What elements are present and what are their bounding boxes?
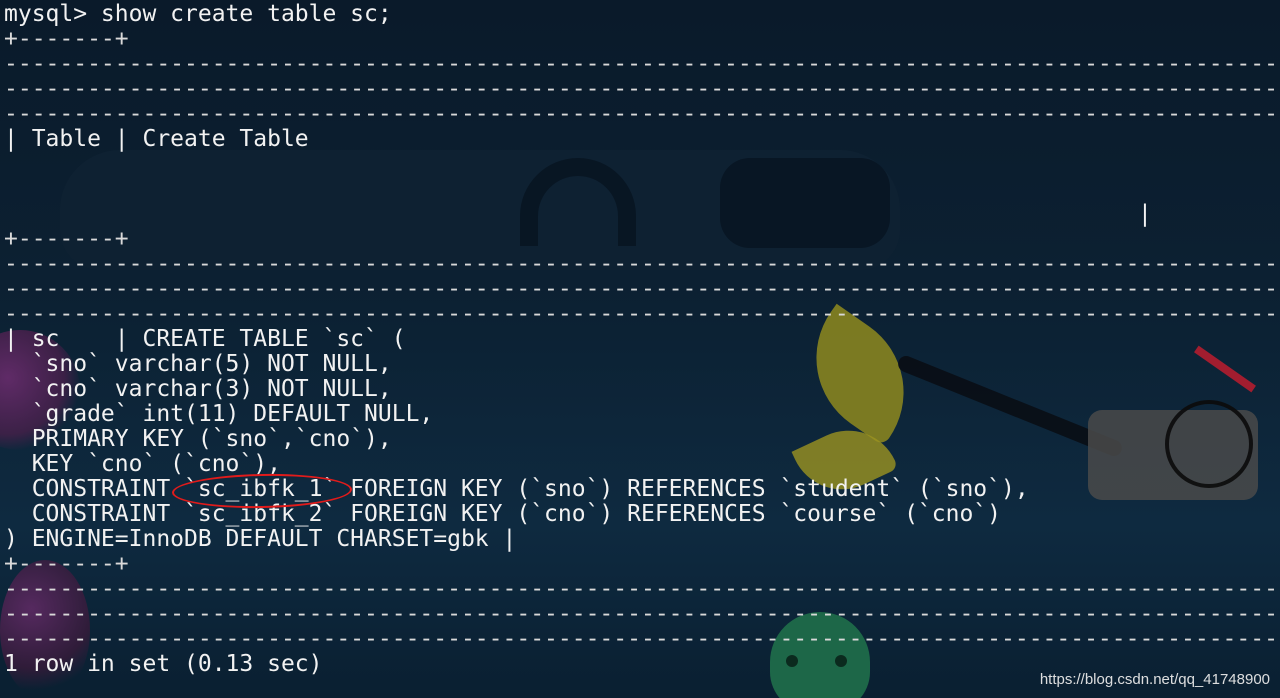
- table-data-line: `sno` varchar(5) NOT NULL,: [4, 351, 392, 377]
- wallpaper-harpoon: [895, 353, 1125, 459]
- wallpaper-ring: [1165, 400, 1253, 488]
- terminal-window[interactable]: mysql> show create table sc; +-------+ -…: [0, 0, 1280, 698]
- wallpaper-creature-eye: [786, 655, 798, 667]
- table-data-line: ) ENGINE=InnoDB DEFAULT CHARSET=gbk |: [4, 526, 517, 552]
- table-border-short: +-------+: [4, 26, 129, 52]
- table-data-line: `grade` int(11) DEFAULT NULL,: [4, 401, 434, 427]
- table-border-long-end: ----------------------------------------…: [4, 626, 1280, 652]
- table-border-long-end: ----------------------------------------…: [4, 301, 1280, 327]
- wallpaper-tank: [1088, 410, 1258, 500]
- table-border-long: ----------------------------------------…: [4, 601, 1280, 627]
- table-border-short: +-------+: [4, 551, 129, 577]
- watermark-text: https://blog.csdn.net/qq_41748900: [1039, 671, 1270, 688]
- wallpaper-hump-shape: [520, 158, 636, 246]
- table-border-long: ----------------------------------------…: [4, 76, 1280, 102]
- table-border-short: +-------+: [4, 226, 129, 252]
- table-data-line: PRIMARY KEY (`sno`,`cno`),: [4, 426, 392, 452]
- table-data-line: `cno` varchar(3) NOT NULL,: [4, 376, 392, 402]
- table-header-row-end: |: [1138, 201, 1152, 227]
- table-data-line: CONSTRAINT `sc_ibfk_2` FOREIGN KEY (`cno…: [4, 501, 1001, 527]
- wallpaper-creature-eye: [835, 655, 847, 667]
- wallpaper-red-strap: [1194, 345, 1256, 393]
- result-line: 1 row in set (0.13 sec): [4, 651, 323, 677]
- table-border-long: ----------------------------------------…: [4, 276, 1280, 302]
- table-border-long-end: ----------------------------------------…: [4, 101, 1280, 127]
- table-data-line: CONSTRAINT `sc_ibfk_1` FOREIGN KEY (`sno…: [4, 476, 1029, 502]
- prompt-line: mysql> show create table sc;: [4, 1, 392, 27]
- table-data-line: KEY `cno` (`cno`),: [4, 451, 281, 477]
- wallpaper-rock-shape: [720, 158, 890, 248]
- table-data-line: | sc | CREATE TABLE `sc` (: [4, 326, 406, 352]
- table-border-long: ----------------------------------------…: [4, 51, 1280, 77]
- table-header-row: | Table | Create Table: [4, 126, 309, 152]
- table-border-long: ----------------------------------------…: [4, 251, 1280, 277]
- table-border-long: ----------------------------------------…: [4, 576, 1280, 602]
